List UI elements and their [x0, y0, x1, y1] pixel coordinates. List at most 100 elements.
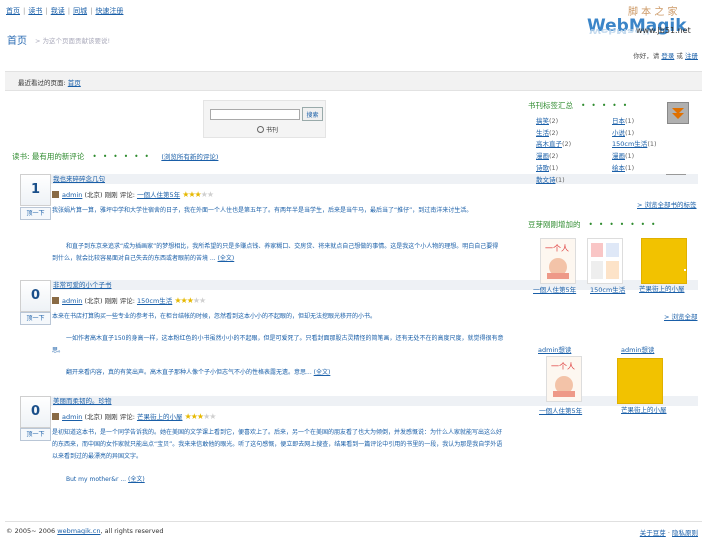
review-time: 刚刚 — [104, 413, 118, 421]
about-link[interactable]: 关于豆芽 — [640, 529, 666, 537]
tag-name[interactable]: 散文诗 — [536, 176, 556, 184]
tag-item[interactable]: 小说(1) — [612, 128, 657, 140]
review-useful-count: 0 — [20, 396, 51, 428]
full-text-link[interactable]: (全文) — [128, 476, 145, 483]
search-input[interactable] — [210, 109, 300, 120]
nav-read[interactable]: 读书 — [28, 7, 42, 15]
radio-label: 书刊 — [266, 127, 279, 134]
tag-name[interactable]: 日本 — [612, 117, 625, 125]
book-cover-thumbnail[interactable] — [587, 238, 623, 284]
recent-home-link[interactable]: 首页 — [68, 79, 81, 87]
review-label: 评论: — [119, 297, 135, 305]
review-title-link[interactable]: 非常可爱的小个子书 — [53, 281, 112, 289]
review-title-link[interactable]: 我也来碎碎念几句 — [53, 175, 105, 183]
book-cover-thumbnail[interactable]: 一个人 — [546, 356, 582, 402]
reviewed-book-link[interactable]: 一個人住第5年 — [137, 191, 180, 199]
tag-count: (1) — [625, 152, 635, 161]
wish-user-link[interactable]: admin想读 — [621, 344, 654, 354]
tag-item[interactable]: 搞笑(2) — [536, 116, 571, 128]
footer-divider — [5, 521, 702, 522]
review-paragraph: 翻开来看内容，真的有笑出声。高木直子那种人像个子小但志气不小的性格表露无遗。意思… — [52, 367, 504, 379]
register-link[interactable]: 注册 — [685, 52, 698, 60]
tag-item[interactable]: 漫画(1) — [612, 151, 657, 163]
tag-list-right: 日本(1) 小说(1) 150cm生活(1) 漫画(1) 绘本(1) — [612, 116, 657, 175]
author-link[interactable]: admin — [62, 413, 82, 421]
all-reviews-link[interactable]: (浏览所有新的评论) — [161, 153, 218, 161]
tag-name[interactable]: 绘本 — [612, 164, 625, 172]
tag-name[interactable]: 小说 — [612, 129, 625, 137]
upvote-button[interactable]: 顶一下 — [20, 207, 51, 220]
rating-stars: ★★★★★ — [174, 296, 206, 305]
new-book-title[interactable]: 芒果街上的小屋 — [639, 283, 685, 293]
tag-count: (1) — [555, 175, 565, 184]
review-title-bar: 美丽而柔韧的。珍物 — [51, 396, 698, 406]
author-link[interactable]: admin — [62, 191, 82, 199]
tag-count: (1) — [647, 140, 657, 149]
nav-city[interactable]: 同城 — [73, 7, 87, 15]
review-useful-count: 1 — [20, 174, 51, 206]
upvote-button[interactable]: 顶一下 — [20, 428, 51, 441]
search-type-radio[interactable]: 书刊 — [257, 125, 278, 134]
avatar[interactable] — [52, 413, 59, 420]
new-book-title[interactable]: 150cm生活 — [590, 284, 625, 294]
tag-name[interactable]: 漫画 — [612, 152, 625, 160]
wish-book-title[interactable]: 一個人住第5年 — [539, 405, 582, 415]
wish-book-title[interactable]: 芒果街上的小屋 — [621, 404, 667, 414]
search-button[interactable]: 搜索 — [302, 107, 323, 121]
avatar[interactable] — [52, 191, 59, 198]
tag-item[interactable]: 绘本(1) — [612, 163, 657, 175]
nav-quick-register[interactable]: 快速注册 — [95, 7, 123, 15]
book-cover-thumbnail[interactable] — [617, 358, 663, 404]
tag-name[interactable]: 漫画 — [536, 152, 549, 160]
nav-my-reading[interactable]: 我读 — [51, 7, 65, 15]
review-title-link[interactable]: 美丽而柔韧的。珍物 — [53, 397, 112, 405]
full-text-link[interactable]: (全文) — [314, 369, 331, 376]
book-cover-thumbnail[interactable]: 一个人 — [540, 238, 576, 284]
tag-name[interactable]: 生活 — [536, 129, 549, 137]
review-paragraph: 我张娟片算一算，雅坪中学和大学住宿舍的日子，我在外面一个人住也是第五年了。有两年… — [52, 207, 473, 214]
tag-item[interactable]: 高木直子(2) — [536, 139, 571, 151]
wish-user-link[interactable]: admin想读 — [538, 344, 571, 354]
author-link[interactable]: admin — [62, 297, 82, 305]
tag-item[interactable]: 日本(1) — [612, 116, 657, 128]
site-logo[interactable]: WebMagik WebMagik 脚 本 之 家 www.Jb51.net — [587, 7, 705, 47]
review-meta: admin (北京) 刚刚 评论: 一個人住第5年 ★★★★★ — [52, 189, 214, 199]
tag-item[interactable]: 漫画(2) — [536, 151, 571, 163]
privacy-link[interactable]: 隐私原则 — [672, 529, 698, 537]
all-tags-link[interactable]: > 浏览全部书的标签 — [637, 199, 697, 209]
review-useful-count: 0 — [20, 280, 51, 312]
useful-count: 1 — [30, 182, 41, 197]
page-title-home[interactable]: 首页 — [7, 32, 27, 47]
tag-item[interactable]: 生活(2) — [536, 128, 571, 140]
upvote-button[interactable]: 顶一下 — [20, 312, 51, 325]
tag-count: (2) — [549, 117, 559, 125]
browse-all-link[interactable]: > 浏览全部 — [664, 311, 698, 321]
site-link[interactable]: webmagik.cn — [57, 527, 100, 535]
tag-item[interactable]: 散文诗(1) — [536, 175, 571, 187]
collapse-arrow-icon[interactable] — [667, 102, 689, 124]
book-cover-thumbnail[interactable] — [641, 238, 690, 284]
review-meta: admin (北京) 刚刚 评论: 150cm生活 ★★★★★ — [52, 295, 206, 305]
radio-icon[interactable] — [257, 126, 264, 133]
full-text-link[interactable]: (全文) — [218, 255, 235, 262]
tag-item[interactable]: 诗歌(1) — [536, 163, 571, 175]
tag-name[interactable]: 高木直子 — [536, 140, 562, 148]
reviewed-book-link[interactable]: 芒果街上的小屋 — [137, 413, 183, 421]
reviewed-book-link[interactable]: 150cm生活 — [137, 297, 172, 305]
new-book-title[interactable]: 一個人住第5年 — [533, 284, 576, 294]
nav-home[interactable]: 首页 — [6, 7, 20, 15]
tag-item[interactable]: 150cm生活(1) — [612, 139, 657, 151]
tag-name[interactable]: 150cm生活 — [612, 140, 647, 148]
rating-stars: ★★★★★ — [182, 190, 214, 199]
avatar[interactable] — [52, 297, 59, 304]
tag-count: (1) — [625, 117, 635, 125]
login-link[interactable]: 登录 — [661, 52, 674, 60]
recent-text: 最近看过的页面: 首页 — [18, 77, 81, 87]
review-paragraph: 和直子到东京来追求“成为插画家”的梦想相比，我所希望的只是多赚点钱、养家糊口、交… — [52, 241, 504, 265]
useful-count: 0 — [30, 288, 41, 303]
tag-name[interactable]: 诗歌 — [536, 164, 549, 172]
tag-name[interactable]: 搞笑 — [536, 117, 549, 125]
footer-links: 关于豆芽 · 隐私原则 — [640, 527, 698, 537]
title-dots: ••••• — [581, 101, 634, 110]
footer-separator: · — [667, 529, 670, 537]
